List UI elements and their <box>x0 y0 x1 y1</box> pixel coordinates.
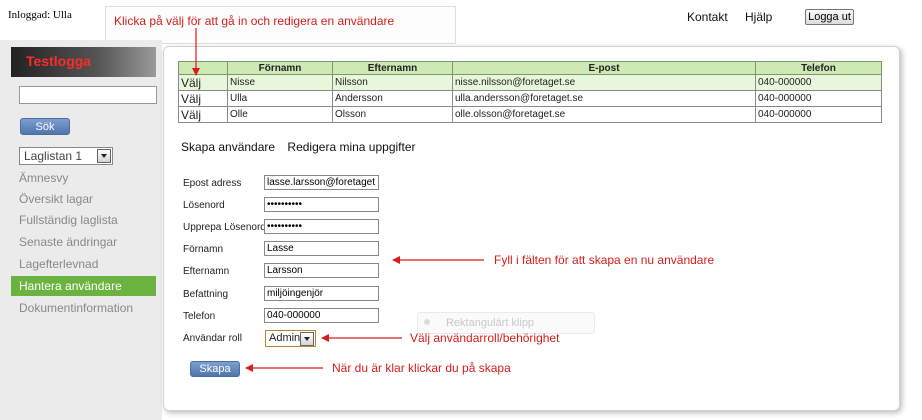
annotation-arrows <box>192 28 484 372</box>
